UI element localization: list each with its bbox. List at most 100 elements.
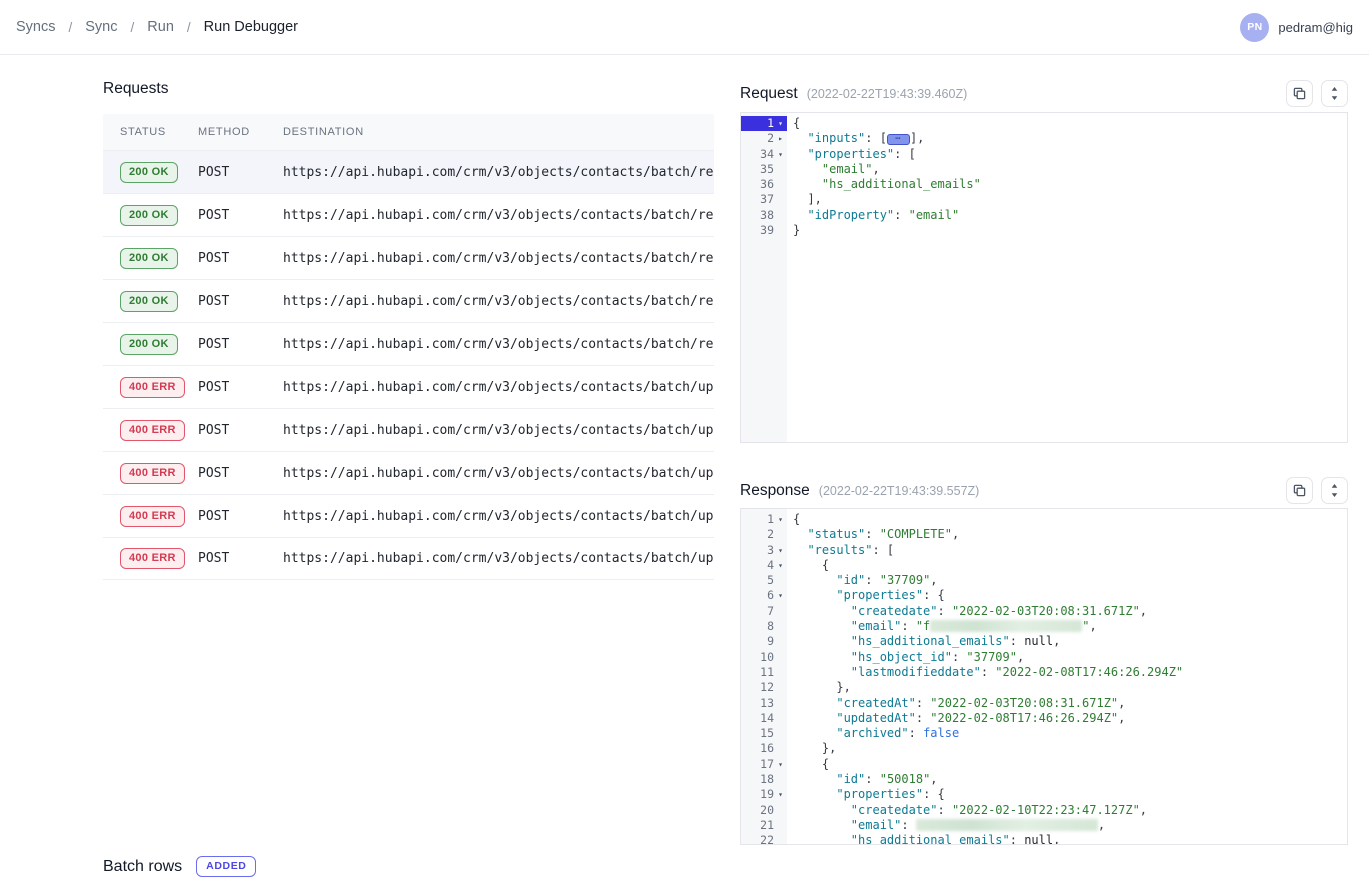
status-badge: 200 OK xyxy=(120,248,178,269)
table-row[interactable]: 200 OKPOSThttps://api.hubapi.com/crm/v3/… xyxy=(103,150,714,193)
line-number[interactable]: 12 xyxy=(741,680,787,695)
status-cell: 200 OK xyxy=(103,162,198,183)
line-number[interactable]: 2 xyxy=(741,527,787,542)
line-number[interactable]: 5 xyxy=(741,573,787,588)
line-number[interactable]: 19▾ xyxy=(741,787,787,802)
line-number[interactable]: 13 xyxy=(741,696,787,711)
line-number[interactable]: 1▾ xyxy=(741,512,787,527)
avatar[interactable]: PN xyxy=(1240,13,1269,42)
code-text: "id": "37709", xyxy=(787,573,938,588)
line-number[interactable]: 39 xyxy=(741,223,787,238)
code-text: } xyxy=(787,223,800,238)
line-number[interactable]: 6▾ xyxy=(741,588,787,603)
col-method: METHOD xyxy=(198,126,283,138)
table-row[interactable]: 200 OKPOSThttps://api.hubapi.com/crm/v3/… xyxy=(103,193,714,236)
breadcrumb: Syncs/Sync/Run/Run Debugger xyxy=(16,19,298,35)
fold-open-icon[interactable]: ▾ xyxy=(774,512,787,527)
fold-open-icon[interactable]: ▾ xyxy=(774,588,787,603)
line-number[interactable]: 35 xyxy=(741,162,787,177)
code-text: "id": "50018", xyxy=(787,772,938,787)
method-cell: POST xyxy=(198,208,283,223)
line-number[interactable]: 20 xyxy=(741,803,787,818)
line-number[interactable]: 9 xyxy=(741,634,787,649)
table-row[interactable]: 400 ERRPOSThttps://api.hubapi.com/crm/v3… xyxy=(103,451,714,494)
code-text: "hs_additional_emails" xyxy=(787,177,981,192)
code-text: "lastmodifieddate": "2022-02-08T17:46:26… xyxy=(787,665,1183,680)
code-line: 9 "hs_additional_emails": null, xyxy=(741,634,1347,649)
copy-icon[interactable] xyxy=(1286,477,1313,504)
line-number[interactable]: 38 xyxy=(741,208,787,223)
request-code-editor[interactable]: 1▾{2▸ "inputs": [⋯],34▾ "properties": [3… xyxy=(740,112,1348,443)
line-number[interactable]: 34▾ xyxy=(741,147,787,162)
line-number[interactable]: 15 xyxy=(741,726,787,741)
code-line: 12 }, xyxy=(741,680,1347,695)
table-row[interactable]: 400 ERRPOSThttps://api.hubapi.com/crm/v3… xyxy=(103,494,714,537)
table-row[interactable]: 400 ERRPOSThttps://api.hubapi.com/crm/v3… xyxy=(103,365,714,408)
destination-cell: https://api.hubapi.com/crm/v3/objects/co… xyxy=(283,337,714,352)
line-number[interactable]: 14 xyxy=(741,711,787,726)
fold-open-icon[interactable]: ▾ xyxy=(774,147,787,162)
line-number[interactable]: 8 xyxy=(741,619,787,634)
line-number[interactable]: 7 xyxy=(741,604,787,619)
table-row[interactable]: 400 ERRPOSThttps://api.hubapi.com/crm/v3… xyxy=(103,537,714,580)
code-text: "idProperty": "email" xyxy=(787,208,959,223)
line-number[interactable]: 3▾ xyxy=(741,543,787,558)
breadcrumb-item-sync[interactable]: Sync xyxy=(85,19,117,35)
folded-code-pill[interactable]: ⋯ xyxy=(887,134,910,145)
fold-open-icon[interactable]: ▾ xyxy=(774,116,787,131)
code-text: "email", xyxy=(787,162,880,177)
breadcrumb-item-run[interactable]: Run xyxy=(147,19,174,35)
code-line: 39} xyxy=(741,223,1347,238)
status-cell: 200 OK xyxy=(103,205,198,226)
breadcrumb-item-syncs[interactable]: Syncs xyxy=(16,19,56,35)
code-text: }, xyxy=(787,680,851,695)
col-status: STATUS xyxy=(103,126,198,138)
line-number[interactable]: 21 xyxy=(741,818,787,833)
line-number[interactable]: 1▾ xyxy=(741,116,787,131)
status-badge: 400 ERR xyxy=(120,548,185,569)
table-row[interactable]: 200 OKPOSThttps://api.hubapi.com/crm/v3/… xyxy=(103,236,714,279)
line-number[interactable]: 2▸ xyxy=(741,131,787,146)
line-number[interactable]: 22 xyxy=(741,833,787,845)
method-cell: POST xyxy=(198,380,283,395)
line-number[interactable]: 37 xyxy=(741,192,787,207)
line-number[interactable]: 4▾ xyxy=(741,558,787,573)
line-number[interactable]: 10 xyxy=(741,650,787,665)
col-destination: DESTINATION xyxy=(283,126,714,138)
destination-cell: https://api.hubapi.com/crm/v3/objects/co… xyxy=(283,466,714,481)
code-line: 16 }, xyxy=(741,741,1347,756)
code-text: { xyxy=(787,757,829,772)
code-line: 5 "id": "37709", xyxy=(741,573,1347,588)
batch-rows-section: Batch rows ADDED xyxy=(103,856,256,877)
fold-open-icon[interactable]: ▾ xyxy=(774,787,787,802)
code-line: 20 "createdate": "2022-02-10T22:23:47.12… xyxy=(741,803,1347,818)
redacted-email xyxy=(916,819,1098,831)
response-panel-header: Response (2022-02-22T19:43:39.557Z) xyxy=(740,477,1348,504)
line-number[interactable]: 18 xyxy=(741,772,787,787)
table-row[interactable]: 200 OKPOSThttps://api.hubapi.com/crm/v3/… xyxy=(103,322,714,365)
fold-closed-icon[interactable]: ▸ xyxy=(774,131,787,146)
line-number[interactable]: 11 xyxy=(741,665,787,680)
copy-icon[interactable] xyxy=(1286,80,1313,107)
code-line: 7 "createdate": "2022-02-03T20:08:31.671… xyxy=(741,604,1347,619)
table-row[interactable]: 200 OKPOSThttps://api.hubapi.com/crm/v3/… xyxy=(103,279,714,322)
response-code-editor[interactable]: 1▾{2 "status": "COMPLETE",3▾ "results": … xyxy=(740,508,1348,845)
requests-title: Requests xyxy=(103,80,168,98)
code-line: 22 "hs_additional_emails": null, xyxy=(741,833,1347,845)
line-number[interactable]: 17▾ xyxy=(741,757,787,772)
unfold-icon[interactable] xyxy=(1321,80,1348,107)
code-line: 35 "email", xyxy=(741,162,1347,177)
unfold-icon[interactable] xyxy=(1321,477,1348,504)
method-cell: POST xyxy=(198,509,283,524)
fold-open-icon[interactable]: ▾ xyxy=(774,757,787,772)
code-line: 21 "email": , xyxy=(741,818,1347,833)
table-row[interactable]: 400 ERRPOSThttps://api.hubapi.com/crm/v3… xyxy=(103,408,714,451)
code-line: 2▸ "inputs": [⋯], xyxy=(741,131,1347,146)
line-number[interactable]: 36 xyxy=(741,177,787,192)
line-number[interactable]: 16 xyxy=(741,741,787,756)
user-menu[interactable]: PN pedram@hig xyxy=(1240,13,1353,42)
status-badge: 200 OK xyxy=(120,162,178,183)
code-line: 2 "status": "COMPLETE", xyxy=(741,527,1347,542)
fold-open-icon[interactable]: ▾ xyxy=(774,558,787,573)
fold-open-icon[interactable]: ▾ xyxy=(774,543,787,558)
